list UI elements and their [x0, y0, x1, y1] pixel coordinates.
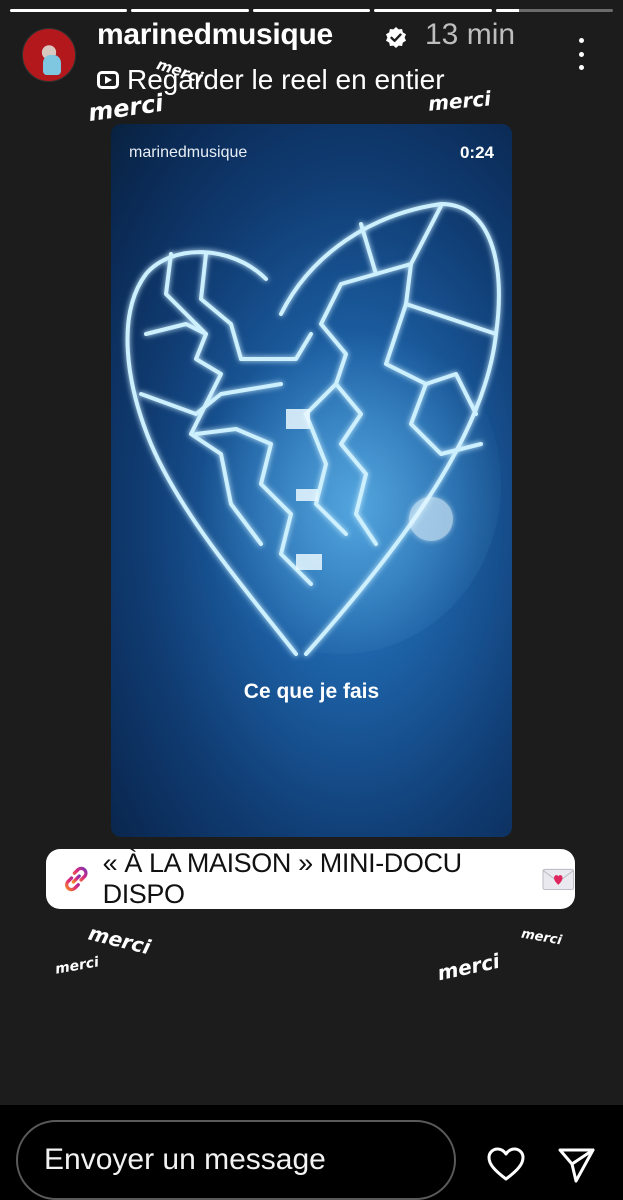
merci-sticker: merci: [520, 926, 563, 949]
link-sticker[interactable]: « À LA MAISON » MINI-DOCU DISPO: [46, 848, 575, 909]
progress-segment: [131, 9, 249, 12]
link-sticker-label: « À LA MAISON » MINI-DOCU DISPO: [102, 848, 462, 909]
progress-segment: [252, 9, 371, 12]
reel-username: marinedmusique: [129, 144, 248, 161]
link-icon: [65, 866, 88, 892]
reel-caption: Ce que je fais: [243, 680, 380, 703]
progress-segment: [495, 9, 614, 12]
heart-icon[interactable]: [486, 1145, 526, 1185]
verified-badge-icon: [386, 27, 406, 48]
progress-segment: [10, 9, 128, 12]
post-time: 13 min: [425, 18, 516, 51]
send-icon[interactable]: [556, 1145, 596, 1185]
message-placeholder: Envoyer un message: [44, 1143, 326, 1176]
reel-duration: 0:24: [459, 143, 494, 162]
reel-play-icon: [97, 71, 119, 89]
message-input[interactable]: Envoyer un message: [16, 1120, 456, 1200]
story-view[interactable]: marinedmusique 13 min Regarder le reel e…: [0, 0, 623, 1105]
cracked-heart-image: [125, 202, 501, 656]
merci-sticker: merci: [53, 954, 101, 978]
story-progress: [10, 9, 614, 12]
progress-segment: [374, 9, 492, 12]
merci-sticker: merci: [435, 948, 502, 986]
love-letter-icon: [542, 868, 575, 891]
more-icon[interactable]: [571, 38, 591, 70]
merci-sticker: merci: [427, 86, 492, 116]
reel-preview[interactable]: marinedmusique 0:24 Ce que je fais: [111, 124, 512, 837]
username[interactable]: marinedmusique: [97, 18, 333, 52]
reply-bar: Envoyer un message: [0, 1105, 623, 1200]
avatar[interactable]: [22, 28, 76, 82]
